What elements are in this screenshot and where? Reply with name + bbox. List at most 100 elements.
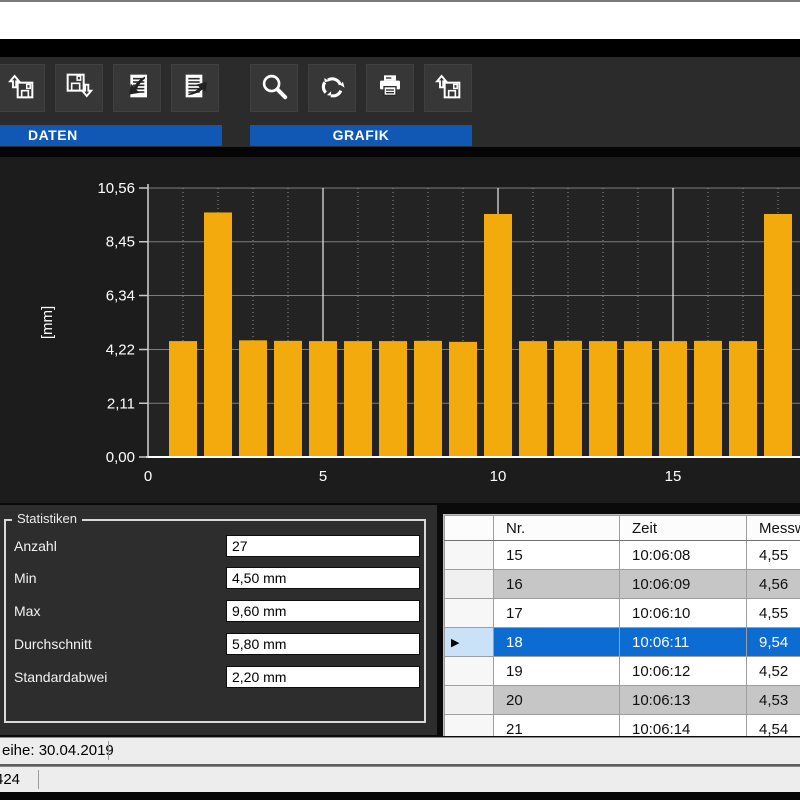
load-data-button[interactable]: [0, 64, 45, 112]
floppy-arrow-up-icon: [432, 70, 464, 107]
x-tick-label: 0: [144, 468, 152, 485]
cell-nr[interactable]: 16: [494, 570, 620, 599]
stat-row: Durchschnitt: [6, 633, 424, 655]
cell-zeit[interactable]: 10:06:13: [620, 686, 747, 715]
table-row[interactable]: 1910:06:124,52: [445, 657, 800, 686]
stat-value-field[interactable]: [226, 600, 420, 622]
cell-messwert[interactable]: 4,53: [747, 686, 800, 715]
statusbar-separator: [108, 741, 109, 760]
table-row[interactable]: 1510:06:084,55: [445, 541, 800, 570]
row-selector-cell[interactable]: [445, 541, 494, 570]
stat-value-field[interactable]: [226, 567, 420, 589]
stat-label: Standardabwei: [14, 669, 107, 685]
statusbar-device-text: 424: [0, 767, 20, 792]
row-selector-cell[interactable]: [445, 657, 494, 686]
table-row[interactable]: ▶1810:06:119,54: [445, 628, 800, 657]
bar: [694, 341, 722, 457]
document-arrow-in-icon: [121, 70, 153, 107]
toolbar-label-grafik: GRAFIK: [250, 125, 472, 146]
cell-messwert[interactable]: 4,56: [747, 570, 800, 599]
stat-row: Anzahl: [6, 535, 424, 557]
bar: [519, 341, 547, 457]
cell-zeit[interactable]: 10:06:11: [620, 628, 747, 657]
magnifier-icon: [258, 70, 290, 107]
row-selector-cell[interactable]: [445, 686, 494, 715]
y-tick-label: 2,11: [107, 395, 135, 412]
refresh-button[interactable]: [308, 64, 356, 112]
cell-nr[interactable]: 19: [494, 657, 620, 686]
cell-zeit[interactable]: 10:06:12: [620, 657, 747, 686]
table-row[interactable]: 1710:06:104,55: [445, 599, 800, 628]
stat-value-field[interactable]: [226, 633, 420, 655]
row-selector-cell[interactable]: [445, 570, 494, 599]
cell-messwert[interactable]: 4,52: [747, 657, 800, 686]
toolbar-group-grafik: [250, 64, 472, 112]
cell-messwert[interactable]: 4,55: [747, 599, 800, 628]
bar: [379, 341, 407, 457]
stat-row: Min: [6, 567, 424, 589]
measurements-table-panel: Nr.ZeitMesswert1510:06:084,551610:06:094…: [443, 514, 800, 736]
statusbar-separator: [38, 770, 39, 789]
statistics-groupbox-title: Statistiken: [12, 511, 82, 526]
bottom-section: Statistiken Anzahl Min Max Durchschnitt Stan…: [0, 503, 800, 737]
bar: [554, 341, 582, 457]
measurements-table: Nr.ZeitMesswert1510:06:084,551610:06:094…: [444, 515, 800, 736]
document-arrow-out-icon: [179, 70, 211, 107]
bar: [169, 341, 197, 457]
export-data-button[interactable]: [171, 64, 219, 112]
bar: [414, 341, 442, 457]
column-header-nr[interactable]: Nr.: [494, 516, 620, 541]
bar: [239, 340, 267, 457]
y-tick-label: 6,34: [106, 287, 135, 304]
bar: [344, 341, 372, 457]
cell-nr[interactable]: 15: [494, 541, 620, 570]
print-button[interactable]: [366, 64, 414, 112]
recycle-icon: [316, 70, 348, 107]
bar: [274, 341, 302, 457]
stat-row: Standardabwei: [6, 666, 424, 688]
measurement-bar-chart: 0,002,114,226,348,4510,56051015[mm]: [0, 157, 800, 503]
statusbar-series-text: eihe: 30.04.2019: [2, 738, 114, 764]
y-tick-label: 10,56: [97, 180, 135, 197]
cell-zeit[interactable]: 10:06:14: [620, 715, 747, 737]
cell-nr[interactable]: 21: [494, 715, 620, 737]
cell-zeit[interactable]: 10:06:09: [620, 570, 747, 599]
cell-zeit[interactable]: 10:06:10: [620, 599, 747, 628]
stat-value-field[interactable]: [226, 535, 420, 557]
stat-label: Anzahl: [14, 538, 57, 554]
table-row[interactable]: 1610:06:094,56: [445, 570, 800, 599]
bar: [449, 342, 477, 457]
cell-messwert[interactable]: 4,55: [747, 541, 800, 570]
window-titlebar: [0, 2, 800, 39]
row-selector-header: [445, 516, 494, 541]
stat-label: Max: [14, 603, 40, 619]
chart-panel: 0,002,114,226,348,4510,56051015[mm]: [0, 157, 800, 503]
cell-nr[interactable]: 18: [494, 628, 620, 657]
stat-label: Durchschnitt: [14, 636, 92, 652]
column-header-zeit[interactable]: Zeit: [620, 516, 747, 541]
column-header-messwert[interactable]: Messwert: [747, 516, 800, 541]
bar: [659, 341, 687, 457]
cell-messwert[interactable]: 9,54: [747, 628, 800, 657]
y-tick-label: 0,00: [106, 449, 135, 466]
row-selector-cell[interactable]: ▶: [445, 628, 494, 657]
table-row[interactable]: 2110:06:144,54: [445, 715, 800, 737]
stat-label: Min: [14, 570, 37, 586]
zoom-button[interactable]: [250, 64, 298, 112]
import-data-button[interactable]: [113, 64, 161, 112]
stat-row: Max: [6, 600, 424, 622]
main-toolbar: DATEN GRAFIK: [0, 57, 800, 147]
stat-value-field[interactable]: [226, 666, 420, 688]
save-data-button[interactable]: [55, 64, 103, 112]
toolbar-group-daten: [0, 64, 219, 112]
x-tick-label: 15: [665, 468, 682, 485]
statusbar-series: eihe: 30.04.2019: [0, 737, 800, 764]
row-selector-cell[interactable]: [445, 599, 494, 628]
cell-zeit[interactable]: 10:06:08: [620, 541, 747, 570]
cell-nr[interactable]: 17: [494, 599, 620, 628]
row-selector-cell[interactable]: [445, 715, 494, 737]
save-graphic-button[interactable]: [424, 64, 472, 112]
cell-messwert[interactable]: 4,54: [747, 715, 800, 737]
table-row[interactable]: 2010:06:134,53: [445, 686, 800, 715]
cell-nr[interactable]: 20: [494, 686, 620, 715]
